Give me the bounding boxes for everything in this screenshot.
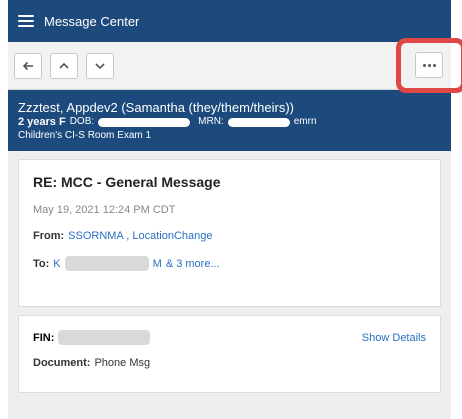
dob-label: DOB: (69, 116, 95, 127)
from-link[interactable]: SSORNMA , LocationChange (68, 230, 212, 242)
chevron-up-icon (59, 62, 69, 69)
chevron-down-icon (95, 62, 105, 69)
arrow-left-icon (22, 61, 33, 70)
to-recipient-prefix[interactable]: K (53, 258, 60, 270)
document-label: Document: (33, 357, 91, 369)
patient-banner: Zzztest, Appdev2 (Samantha (they/them/th… (8, 90, 451, 151)
patient-location: Children's CI-S Room Exam 1 (18, 130, 152, 141)
message-date: May 19, 2021 12:24 PM CDT (33, 204, 176, 216)
more-recipients-link[interactable]: & 3 more... (166, 258, 220, 270)
message-subject: RE: MCC - General Message (33, 174, 221, 190)
patient-demographics: 2 years F DOB: MRN: emrn (18, 115, 441, 129)
show-details-link[interactable]: Show Details (362, 332, 426, 344)
dob-redacted (98, 117, 191, 127)
fin-redacted (58, 330, 151, 345)
back-button[interactable] (14, 52, 42, 79)
to-label: To: (33, 257, 50, 270)
from-label: From: (33, 230, 65, 242)
more-options-button[interactable] (415, 52, 443, 78)
mrn-label: MRN: (198, 116, 224, 127)
recipient-redacted (64, 256, 149, 271)
message-card: RE: MCC - General Message May 19, 2021 1… (18, 159, 441, 307)
next-message-button[interactable] (86, 52, 114, 79)
hamburger-menu-icon[interactable] (18, 15, 34, 27)
mrn-redacted (227, 117, 290, 127)
document-row: Document: Phone Msg (33, 357, 426, 369)
fin-row: FIN: Show Details (33, 330, 426, 345)
to-row: To: K M & 3 more... (33, 256, 426, 271)
patient-name: Zzztest, Appdev2 (Samantha (they/them/th… (18, 100, 295, 115)
patient-age-sex: 2 years F (18, 116, 66, 128)
ellipsis-icon (422, 63, 436, 67)
details-card: FIN: Show Details Document: Phone Msg (18, 315, 441, 393)
page-title: Message Center (44, 13, 140, 29)
title-bar: Message Center (8, 0, 451, 42)
document-value: Phone Msg (94, 357, 151, 369)
toolbar (8, 42, 451, 90)
message-center-app: Message Center Zzztest, Appdev2 (Samanth… (8, 0, 451, 419)
mrn-suffix: emrn (293, 116, 317, 127)
fin-label: FIN: (33, 331, 55, 344)
previous-message-button[interactable] (50, 52, 78, 79)
to-recipient-suffix[interactable]: M (153, 258, 162, 270)
from-row: From: SSORNMA , LocationChange (33, 230, 426, 242)
